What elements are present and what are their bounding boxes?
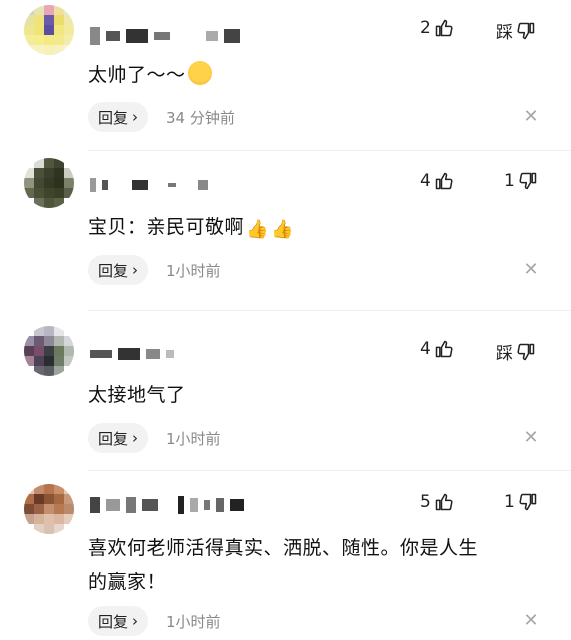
thumbs-up-icon — [435, 493, 453, 511]
thumbs-down-icon — [519, 172, 537, 190]
comment-text: 宝贝：亲民可敬啊 👍 👍 — [88, 210, 294, 247]
reply-button[interactable]: 回复 › — [88, 606, 149, 636]
avatar[interactable] — [24, 326, 74, 376]
dislike-button[interactable]: 踩 — [496, 18, 536, 43]
like-count: 4 — [420, 339, 431, 359]
like-button[interactable]: 4 — [420, 171, 454, 191]
divider — [88, 150, 571, 151]
thumbs-up-icon — [435, 340, 453, 358]
blush-face-icon — [187, 61, 212, 85]
username-redacted[interactable] — [90, 496, 244, 514]
thumbs-up-icon — [435, 19, 453, 37]
close-icon[interactable]: ✕ — [521, 260, 541, 280]
chevron-right-icon: › — [132, 612, 139, 630]
username-redacted[interactable] — [90, 27, 240, 45]
chevron-right-icon: › — [132, 429, 139, 447]
dislike-button[interactable]: 踩 — [496, 339, 536, 364]
comment-text-line: 的赢家！ — [88, 571, 167, 593]
like-button[interactable]: 2 — [420, 18, 454, 38]
chevron-right-icon: › — [132, 108, 139, 126]
thumbs-down-icon — [519, 493, 537, 511]
dislike-count: 1 — [504, 492, 515, 512]
like-count: 5 — [420, 492, 431, 512]
comment-text: 喜欢何老师活得真实、洒脱、随性。你是人生 的赢家！ — [88, 531, 478, 599]
dislike-label: 踩 — [496, 23, 513, 43]
like-button[interactable]: 4 — [420, 339, 454, 359]
username-redacted[interactable] — [90, 348, 174, 360]
thumbs-up-icon — [435, 172, 453, 190]
comment-text: 太帅了～～ — [88, 58, 212, 92]
avatar[interactable] — [24, 158, 74, 208]
thumbs-down-icon — [517, 22, 535, 39]
comment-text: 太接地气了 — [88, 384, 186, 406]
like-count: 2 — [420, 18, 431, 38]
close-icon[interactable]: ✕ — [521, 107, 541, 127]
like-button[interactable]: 5 — [420, 492, 454, 512]
comment-text-line: 喜欢何老师活得真实、洒脱、随性。你是人生 — [88, 537, 479, 559]
divider — [88, 470, 571, 471]
chevron-right-icon: › — [132, 261, 139, 279]
reply-button[interactable]: 回复 › — [88, 255, 149, 285]
timestamp: 1小时前 — [166, 612, 221, 631]
username-redacted[interactable] — [90, 178, 208, 192]
dislike-count: 1 — [504, 171, 515, 191]
thumbs-up-emoji-icon: 👍 — [270, 219, 294, 240]
avatar[interactable] — [24, 484, 74, 534]
reply-button[interactable]: 回复 › — [88, 102, 149, 132]
like-count: 4 — [420, 171, 431, 191]
divider — [88, 310, 571, 311]
close-icon[interactable]: ✕ — [521, 611, 541, 631]
thumbs-down-icon — [517, 343, 535, 360]
dislike-button[interactable]: 1 — [504, 171, 538, 191]
dislike-label: 踩 — [496, 344, 513, 364]
dislike-button[interactable]: 1 — [504, 492, 538, 512]
close-icon[interactable]: ✕ — [521, 428, 541, 448]
timestamp: 1小时前 — [166, 261, 221, 280]
timestamp: 1小时前 — [166, 429, 221, 448]
reply-button[interactable]: 回复 › — [88, 423, 149, 453]
avatar[interactable] — [24, 5, 74, 55]
thumbs-up-emoji-icon: 👍 — [246, 219, 269, 240]
timestamp: 34 分钟前 — [166, 108, 235, 127]
